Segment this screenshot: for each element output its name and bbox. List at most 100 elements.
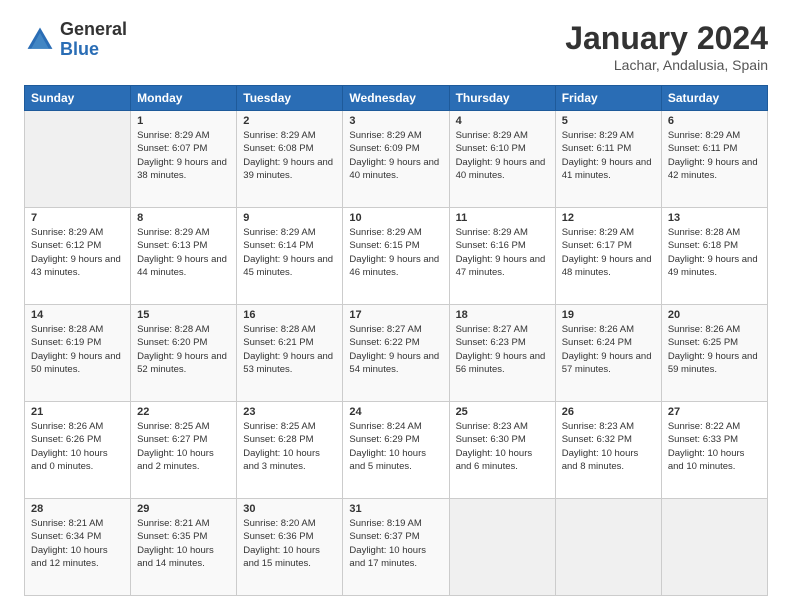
calendar-cell: 15 Sunrise: 8:28 AM Sunset: 6:20 PM Dayl… [131, 305, 237, 402]
sunrise-text: Sunrise: 8:29 AM [456, 130, 528, 141]
day-info: Sunrise: 8:29 AM Sunset: 6:09 PM Dayligh… [349, 129, 442, 182]
calendar-cell: 13 Sunrise: 8:28 AM Sunset: 6:18 PM Dayl… [661, 208, 767, 305]
day-number: 10 [349, 212, 442, 224]
sunset-text: Sunset: 6:21 PM [243, 337, 313, 348]
day-number: 25 [456, 406, 549, 418]
day-info: Sunrise: 8:24 AM Sunset: 6:29 PM Dayligh… [349, 420, 442, 473]
day-info: Sunrise: 8:29 AM Sunset: 6:14 PM Dayligh… [243, 226, 336, 279]
day-number: 1 [137, 115, 230, 127]
daylight-text: Daylight: 9 hours and 46 minutes. [349, 254, 439, 278]
sunset-text: Sunset: 6:11 PM [562, 143, 632, 154]
daylight-text: Daylight: 9 hours and 38 minutes. [137, 157, 227, 181]
sunrise-text: Sunrise: 8:25 AM [243, 421, 315, 432]
calendar-cell [25, 111, 131, 208]
sunrise-text: Sunrise: 8:26 AM [31, 421, 103, 432]
sunrise-text: Sunrise: 8:29 AM [456, 227, 528, 238]
calendar-week-row: 21 Sunrise: 8:26 AM Sunset: 6:26 PM Dayl… [25, 402, 768, 499]
sunrise-text: Sunrise: 8:29 AM [562, 227, 634, 238]
day-info: Sunrise: 8:22 AM Sunset: 6:33 PM Dayligh… [668, 420, 761, 473]
weekday-header: Saturday [661, 86, 767, 111]
day-number: 22 [137, 406, 230, 418]
calendar-cell: 17 Sunrise: 8:27 AM Sunset: 6:22 PM Dayl… [343, 305, 449, 402]
day-info: Sunrise: 8:21 AM Sunset: 6:35 PM Dayligh… [137, 517, 230, 570]
day-info: Sunrise: 8:23 AM Sunset: 6:30 PM Dayligh… [456, 420, 549, 473]
logo: General Blue [24, 20, 127, 60]
daylight-text: Daylight: 9 hours and 50 minutes. [31, 351, 121, 375]
sunrise-text: Sunrise: 8:19 AM [349, 518, 421, 529]
day-info: Sunrise: 8:19 AM Sunset: 6:37 PM Dayligh… [349, 517, 442, 570]
calendar-cell: 24 Sunrise: 8:24 AM Sunset: 6:29 PM Dayl… [343, 402, 449, 499]
day-info: Sunrise: 8:29 AM Sunset: 6:12 PM Dayligh… [31, 226, 124, 279]
logo-text: General Blue [60, 20, 127, 60]
daylight-text: Daylight: 10 hours and 0 minutes. [31, 448, 108, 472]
day-number: 23 [243, 406, 336, 418]
daylight-text: Daylight: 10 hours and 2 minutes. [137, 448, 214, 472]
calendar-cell: 18 Sunrise: 8:27 AM Sunset: 6:23 PM Dayl… [449, 305, 555, 402]
daylight-text: Daylight: 10 hours and 8 minutes. [562, 448, 639, 472]
day-number: 31 [349, 503, 442, 515]
day-info: Sunrise: 8:27 AM Sunset: 6:22 PM Dayligh… [349, 323, 442, 376]
day-info: Sunrise: 8:26 AM Sunset: 6:24 PM Dayligh… [562, 323, 655, 376]
day-number: 28 [31, 503, 124, 515]
calendar-cell: 9 Sunrise: 8:29 AM Sunset: 6:14 PM Dayli… [237, 208, 343, 305]
calendar-cell: 8 Sunrise: 8:29 AM Sunset: 6:13 PM Dayli… [131, 208, 237, 305]
sunset-text: Sunset: 6:12 PM [31, 240, 101, 251]
sunrise-text: Sunrise: 8:28 AM [31, 324, 103, 335]
daylight-text: Daylight: 9 hours and 40 minutes. [349, 157, 439, 181]
day-info: Sunrise: 8:25 AM Sunset: 6:28 PM Dayligh… [243, 420, 336, 473]
day-number: 15 [137, 309, 230, 321]
daylight-text: Daylight: 9 hours and 45 minutes. [243, 254, 333, 278]
day-info: Sunrise: 8:28 AM Sunset: 6:19 PM Dayligh… [31, 323, 124, 376]
day-number: 5 [562, 115, 655, 127]
day-number: 3 [349, 115, 442, 127]
day-number: 29 [137, 503, 230, 515]
day-number: 2 [243, 115, 336, 127]
calendar-cell: 14 Sunrise: 8:28 AM Sunset: 6:19 PM Dayl… [25, 305, 131, 402]
daylight-text: Daylight: 10 hours and 12 minutes. [31, 545, 108, 569]
sunset-text: Sunset: 6:11 PM [668, 143, 738, 154]
calendar-cell: 22 Sunrise: 8:25 AM Sunset: 6:27 PM Dayl… [131, 402, 237, 499]
weekday-header: Monday [131, 86, 237, 111]
day-number: 4 [456, 115, 549, 127]
calendar-cell: 27 Sunrise: 8:22 AM Sunset: 6:33 PM Dayl… [661, 402, 767, 499]
day-number: 13 [668, 212, 761, 224]
day-number: 9 [243, 212, 336, 224]
calendar-cell: 20 Sunrise: 8:26 AM Sunset: 6:25 PM Dayl… [661, 305, 767, 402]
subtitle: Lachar, Andalusia, Spain [565, 57, 768, 73]
sunset-text: Sunset: 6:34 PM [31, 531, 101, 542]
calendar-cell: 28 Sunrise: 8:21 AM Sunset: 6:34 PM Dayl… [25, 499, 131, 596]
sunrise-text: Sunrise: 8:29 AM [243, 130, 315, 141]
day-info: Sunrise: 8:29 AM Sunset: 6:08 PM Dayligh… [243, 129, 336, 182]
sunrise-text: Sunrise: 8:26 AM [562, 324, 634, 335]
sunrise-text: Sunrise: 8:25 AM [137, 421, 209, 432]
sunrise-text: Sunrise: 8:26 AM [668, 324, 740, 335]
sunrise-text: Sunrise: 8:21 AM [137, 518, 209, 529]
daylight-text: Daylight: 9 hours and 43 minutes. [31, 254, 121, 278]
sunrise-text: Sunrise: 8:23 AM [562, 421, 634, 432]
sunset-text: Sunset: 6:13 PM [137, 240, 207, 251]
sunset-text: Sunset: 6:10 PM [456, 143, 526, 154]
logo-icon [24, 24, 56, 56]
day-info: Sunrise: 8:29 AM Sunset: 6:11 PM Dayligh… [668, 129, 761, 182]
daylight-text: Daylight: 10 hours and 3 minutes. [243, 448, 320, 472]
sunset-text: Sunset: 6:37 PM [349, 531, 419, 542]
day-number: 11 [456, 212, 549, 224]
day-info: Sunrise: 8:20 AM Sunset: 6:36 PM Dayligh… [243, 517, 336, 570]
sunrise-text: Sunrise: 8:20 AM [243, 518, 315, 529]
sunrise-text: Sunrise: 8:23 AM [456, 421, 528, 432]
daylight-text: Daylight: 10 hours and 6 minutes. [456, 448, 533, 472]
day-info: Sunrise: 8:27 AM Sunset: 6:23 PM Dayligh… [456, 323, 549, 376]
day-number: 8 [137, 212, 230, 224]
sunrise-text: Sunrise: 8:28 AM [668, 227, 740, 238]
daylight-text: Daylight: 10 hours and 14 minutes. [137, 545, 214, 569]
sunset-text: Sunset: 6:30 PM [456, 434, 526, 445]
calendar-week-row: 28 Sunrise: 8:21 AM Sunset: 6:34 PM Dayl… [25, 499, 768, 596]
sunset-text: Sunset: 6:16 PM [456, 240, 526, 251]
day-number: 6 [668, 115, 761, 127]
daylight-text: Daylight: 9 hours and 42 minutes. [668, 157, 758, 181]
day-info: Sunrise: 8:26 AM Sunset: 6:26 PM Dayligh… [31, 420, 124, 473]
day-info: Sunrise: 8:26 AM Sunset: 6:25 PM Dayligh… [668, 323, 761, 376]
calendar-cell: 29 Sunrise: 8:21 AM Sunset: 6:35 PM Dayl… [131, 499, 237, 596]
day-info: Sunrise: 8:29 AM Sunset: 6:07 PM Dayligh… [137, 129, 230, 182]
day-info: Sunrise: 8:28 AM Sunset: 6:21 PM Dayligh… [243, 323, 336, 376]
